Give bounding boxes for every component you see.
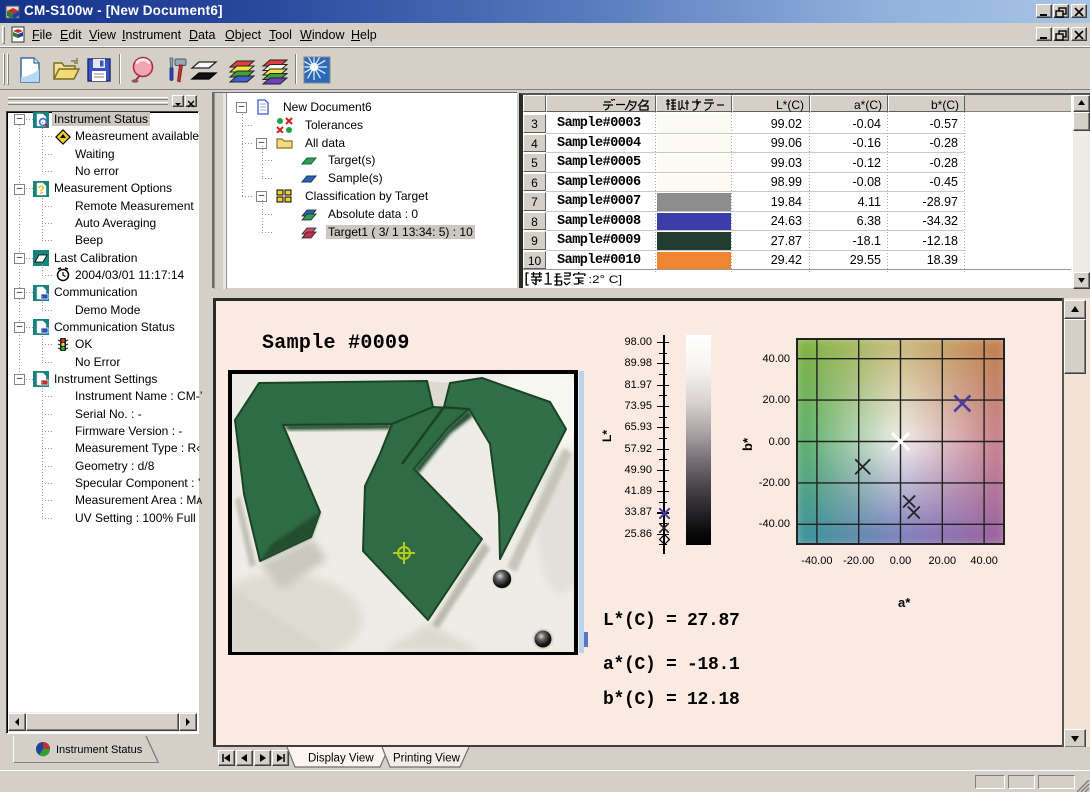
- svg-text::2° C]: :2° C]: [588, 273, 622, 286]
- svg-text:Display View: Display View: [308, 753, 374, 765]
- svg-text:Printing View: Printing View: [393, 753, 461, 765]
- svg-text:?: ?: [37, 183, 44, 197]
